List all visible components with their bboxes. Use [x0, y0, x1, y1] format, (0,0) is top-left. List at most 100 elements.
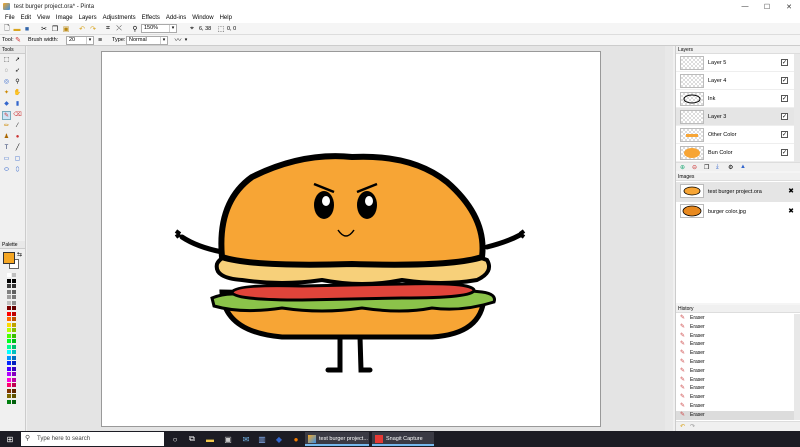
app-icon[interactable]: ▥ — [256, 433, 268, 445]
menu-add-ins[interactable]: Add-ins — [166, 15, 186, 21]
layer-row[interactable]: Layer 3 ✓ — [676, 108, 794, 126]
close-button[interactable]: ✕ — [778, 0, 800, 13]
recolor-icon[interactable]: ● — [13, 133, 22, 142]
layer-visibility-checkbox[interactable]: ✓ — [781, 95, 788, 102]
palette-swatch[interactable] — [12, 361, 16, 365]
eraser-icon[interactable]: ⌫ — [13, 111, 22, 120]
palette-swatch[interactable] — [7, 372, 11, 376]
layers-scrollbar[interactable] — [794, 54, 800, 162]
copy-icon[interactable]: ❐ — [51, 25, 59, 33]
layer-visibility-checkbox[interactable]: ✓ — [781, 113, 788, 120]
move-selection-icon[interactable]: ➶ — [13, 67, 22, 76]
palette-swatch[interactable] — [7, 388, 11, 393]
chevron-down-icon[interactable]: ▾ — [182, 36, 190, 44]
menu-adjustments[interactable]: Adjustments — [103, 15, 136, 21]
ellipse-icon[interactable]: ⬭ — [2, 166, 11, 175]
close-image-icon[interactable]: ✖ — [788, 182, 794, 202]
taskbar-app-snagit[interactable]: Snagit Capture — [372, 432, 434, 446]
palette-swatch[interactable] — [12, 355, 16, 360]
magic-wand-icon[interactable]: ✦ — [2, 89, 11, 98]
palette-swatch[interactable] — [7, 399, 11, 404]
taskbar-app-pinta[interactable]: test burger project... — [305, 432, 369, 446]
palette-swatch[interactable] — [7, 328, 11, 332]
palette-swatch[interactable] — [12, 333, 16, 338]
palette-swatch[interactable] — [12, 388, 16, 393]
palette-swatch[interactable] — [7, 295, 11, 299]
menu-image[interactable]: Image — [56, 15, 73, 21]
palette-swatch[interactable] — [12, 317, 16, 321]
layer-visibility-checkbox[interactable]: ✓ — [781, 77, 788, 84]
new-file-icon[interactable]: 🗋 — [3, 25, 11, 33]
undo-icon[interactable]: ↶ — [78, 25, 86, 33]
palette-swatch[interactable] — [12, 322, 16, 327]
crop-icon[interactable]: ⌗ — [104, 25, 112, 33]
paste-icon[interactable]: ▣ — [62, 25, 70, 33]
layer-row[interactable]: Layer 4 ✓ — [676, 72, 794, 90]
paint-bucket-icon[interactable]: ◆ — [2, 100, 11, 109]
palette-swatch[interactable] — [7, 361, 11, 365]
palette-swatch[interactable] — [7, 339, 11, 343]
swap-colors-icon[interactable]: ⇆ — [17, 251, 22, 258]
type-select[interactable]: Normal ▾ — [126, 36, 168, 45]
layer-visibility-checkbox[interactable]: ✓ — [781, 59, 788, 66]
cut-icon[interactable]: ✂ — [40, 25, 48, 33]
palette-swatch[interactable] — [7, 278, 11, 283]
maximize-button[interactable]: ☐ — [756, 0, 778, 13]
deselect-icon[interactable]: ⤬ — [115, 25, 123, 33]
store-icon[interactable]: ▣ — [222, 433, 234, 445]
brush-width-select[interactable]: 20 ▾ — [66, 36, 94, 45]
delete-layer-icon[interactable]: ⊖ — [692, 164, 697, 171]
menu-edit[interactable]: Edit — [21, 15, 31, 21]
paintbrush-tool-icon[interactable]: ✎ — [2, 111, 11, 120]
image-row[interactable]: burger color.jpg ✖ — [676, 202, 800, 222]
layer-row[interactable]: Bun Color ✓ — [676, 144, 794, 162]
brush-style-icon[interactable]: 〰 — [174, 36, 182, 44]
palette-swatch[interactable] — [12, 350, 16, 354]
palette-swatch[interactable] — [12, 366, 16, 371]
firefox-icon[interactable]: ● — [290, 433, 302, 445]
palette-swatch[interactable] — [7, 306, 11, 310]
palette-swatch[interactable] — [12, 372, 16, 376]
menu-window[interactable]: Window — [192, 15, 213, 21]
pan-icon[interactable]: ✋ — [13, 89, 22, 98]
gradient-icon[interactable]: ▮ — [13, 100, 22, 109]
text-icon[interactable]: T — [2, 144, 11, 153]
zoom-select[interactable]: 150% ▾ — [141, 24, 177, 33]
clone-stamp-icon[interactable]: ♟ — [2, 133, 11, 142]
palette-swatch[interactable] — [7, 317, 11, 321]
history-item[interactable]: ✎ Eraser — [676, 410, 794, 421]
rounded-rectangle-icon[interactable]: ▢ — [13, 155, 22, 164]
palette-swatch[interactable] — [12, 295, 16, 299]
lasso-select-icon[interactable]: ◌ — [2, 67, 11, 76]
palette-swatch[interactable] — [12, 383, 16, 387]
menu-file[interactable]: File — [5, 15, 15, 21]
palette-swatch[interactable] — [12, 300, 16, 305]
layer-visibility-checkbox[interactable]: ✓ — [781, 131, 788, 138]
close-image-icon[interactable]: ✖ — [788, 202, 794, 222]
redo-icon[interactable]: ↷ — [690, 423, 695, 430]
file-explorer-icon[interactable]: ▬ — [204, 433, 216, 445]
palette-swatch[interactable] — [12, 278, 16, 283]
undo-icon[interactable]: ↶ — [680, 423, 685, 430]
layer-row[interactable]: Other Color ✓ — [676, 126, 794, 144]
save-icon[interactable]: ■ — [23, 25, 31, 33]
ellipse-select-icon[interactable]: ◎ — [2, 78, 11, 87]
palette-swatch[interactable] — [12, 394, 16, 398]
antialias-icon[interactable]: ≡ — [96, 36, 104, 44]
image-row[interactable]: test burger project.ora ✖ — [676, 182, 800, 202]
image-canvas[interactable] — [101, 51, 601, 427]
zoom-tool-icon[interactable]: ⚲ — [13, 78, 22, 87]
rectangle-select-icon[interactable]: ⬚ — [2, 56, 11, 65]
palette-swatch[interactable] — [12, 289, 16, 294]
palette-swatches[interactable] — [3, 273, 23, 407]
layer-properties-icon[interactable]: ⚙ — [728, 164, 733, 171]
minimize-button[interactable]: — — [734, 0, 756, 13]
palette-swatch[interactable] — [12, 311, 16, 316]
palette-swatch[interactable] — [7, 300, 11, 305]
merge-layer-icon[interactable]: ⤓ — [716, 164, 719, 171]
color-picker-icon[interactable]: ⁄ — [13, 122, 22, 131]
palette-swatch[interactable] — [7, 383, 11, 387]
taskbar-search[interactable]: ⚲ Type here to search — [21, 432, 164, 446]
move-layer-up-icon[interactable]: ▲ — [740, 164, 746, 170]
pencil-icon[interactable]: ✏ — [2, 122, 11, 131]
